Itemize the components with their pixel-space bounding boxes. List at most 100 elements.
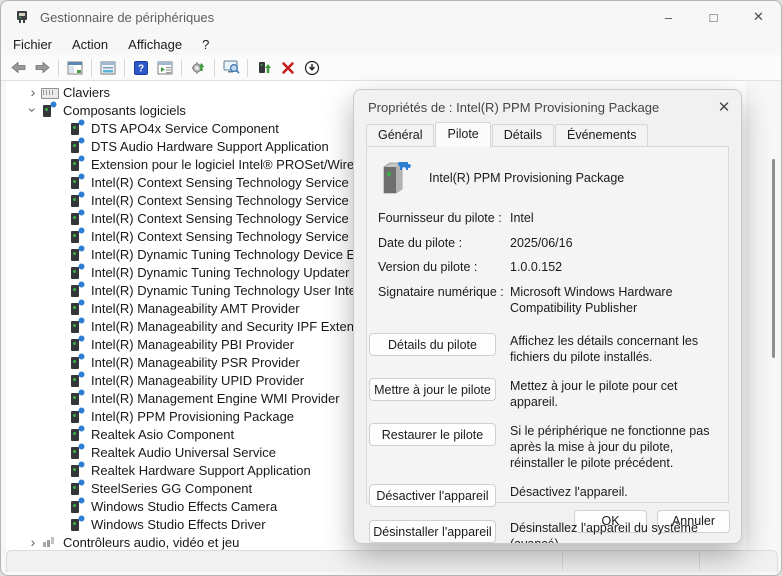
device-name: Intel(R) PPM Provisioning Package: [429, 171, 624, 185]
titlebar: Gestionnaire de périphériques –□✕: [1, 1, 781, 33]
tree-item-label: Windows Studio Effects Driver: [91, 517, 266, 532]
menu-item[interactable]: Fichier: [3, 35, 62, 54]
toolbar-separator: [91, 59, 92, 77]
field-label: Date du pilote :: [378, 236, 510, 252]
driver-action-button[interactable]: Mettre à jour le pilote: [369, 378, 496, 401]
toolbar-separator: [181, 59, 182, 77]
driver-action-button[interactable]: Désinstaller l'appareil: [369, 520, 496, 543]
tree-item-label: DTS APO4x Service Component: [91, 121, 279, 136]
properties-icon[interactable]: [96, 57, 120, 79]
dialog-titlebar: Propriétés de : Intel(R) PPM Provisionin…: [354, 90, 741, 124]
action-row: Restaurer le pilote Si le périphérique n…: [369, 423, 717, 471]
scan-hardware-icon[interactable]: [219, 57, 243, 79]
dialog-title: Propriétés de : Intel(R) PPM Provisionin…: [368, 100, 707, 115]
driver-action-button[interactable]: Désactiver l'appareil: [369, 484, 496, 507]
chevron-icon[interactable]: ›: [25, 84, 41, 100]
dialog-close-icon[interactable]: ✕: [707, 92, 741, 122]
software-component-icon: [69, 390, 85, 406]
dialog-tab[interactable]: Détails: [492, 124, 554, 146]
action-description: Désinstallez l'appareil du système (avan…: [510, 520, 717, 544]
uninstall-device-icon[interactable]: [276, 57, 300, 79]
field-value: Microsoft Windows Hardware Compatibility…: [510, 285, 717, 316]
tree-item-label: Realtek Audio Universal Service: [91, 445, 276, 460]
field-label: Version du pilote :: [378, 260, 510, 276]
field-value: Intel: [510, 211, 717, 227]
software-component-icon: [69, 372, 85, 388]
tree-item-label: Intel(R) Manageability PSR Provider: [91, 355, 300, 370]
toolbar-separator: [124, 59, 125, 77]
help-icon[interactable]: ?: [129, 57, 153, 79]
vertical-scrollbar-thumb[interactable]: [772, 159, 775, 358]
software-component-icon: [69, 462, 85, 478]
field-label: Signataire numérique :: [378, 285, 510, 316]
menu-item[interactable]: ?: [192, 35, 219, 54]
window-control-button[interactable]: □: [691, 1, 736, 33]
device-icon: [378, 159, 412, 197]
software-component-icon: [69, 318, 85, 334]
software-component-icon: [69, 444, 85, 460]
tree-item-label: Intel(R) Context Sensing Technology Serv…: [91, 175, 349, 190]
tree-item-label: Intel(R) Context Sensing Technology Serv…: [91, 193, 349, 208]
tree-item-label: Intel(R) Context Sensing Technology Serv…: [91, 211, 349, 226]
driver-actions: Détails du pilote Affichez les détails c…: [367, 325, 728, 544]
tree-item-label: Intel(R) Manageability AMT Provider: [91, 301, 300, 316]
chevron-icon[interactable]: ›: [25, 102, 41, 118]
tree-item-label: Realtek Asio Component: [91, 427, 234, 442]
device-header: Intel(R) PPM Provisioning Package: [367, 147, 728, 205]
action-description: Affichez les détails concernant les fich…: [510, 333, 717, 365]
software-component-icon: [69, 426, 85, 442]
software-component-icon: [69, 408, 85, 424]
back-icon[interactable]: [6, 57, 30, 79]
statusbar: [6, 550, 778, 572]
chevron-icon[interactable]: ›: [25, 534, 41, 550]
action-pane-icon[interactable]: [153, 57, 177, 79]
update-driver-gear-icon[interactable]: [186, 57, 210, 79]
tree-item-label: Intel(R) Dynamic Tuning Technology Updat…: [91, 265, 374, 280]
action-description: Désactivez l'appareil.: [510, 484, 717, 500]
menu-item[interactable]: Action: [62, 35, 118, 54]
software-component-icon: [69, 354, 85, 370]
statusbar-divider: [699, 553, 700, 570]
driver-action-button[interactable]: Restaurer le pilote: [369, 423, 496, 446]
window-control-button[interactable]: ✕: [736, 1, 781, 33]
console-tree-icon[interactable]: [63, 57, 87, 79]
menu-item[interactable]: Affichage: [118, 35, 192, 54]
window-controls: –□✕: [646, 1, 781, 33]
driver-action-button[interactable]: Détails du pilote: [369, 333, 496, 356]
forward-icon[interactable]: [30, 57, 54, 79]
update-device-driver-icon[interactable]: [252, 57, 276, 79]
statusbar-divider: [562, 553, 563, 570]
tree-item-label: Intel(R) Dynamic Tuning Technology Devic…: [91, 247, 380, 262]
action-row: Détails du pilote Affichez les détails c…: [369, 333, 717, 365]
tree-item-label: Intel(R) PPM Provisioning Package: [91, 409, 294, 424]
field-row: Version du pilote : 1.0.0.152: [378, 260, 717, 276]
device-manager-window: Gestionnaire de périphériques –□✕ Fichie…: [0, 0, 782, 576]
app-icon: [14, 9, 30, 25]
software-component-icon: [69, 174, 85, 190]
software-component-icon: [69, 264, 85, 280]
dialog-tab[interactable]: Pilote: [435, 122, 490, 147]
driver-fields: Fournisseur du pilote : Intel Date du pi…: [367, 205, 728, 316]
action-row: Désinstaller l'appareil Désinstallez l'a…: [369, 520, 717, 544]
software-component-icon: [69, 156, 85, 172]
software-component-icon: [69, 138, 85, 154]
dialog-tab[interactable]: Général: [366, 124, 434, 146]
tree-item-label: Realtek Hardware Support Application: [91, 463, 311, 478]
software-component-icon: [69, 192, 85, 208]
screen: Gestionnaire de périphériques –□✕ Fichie…: [0, 0, 782, 576]
software-component-icon: [69, 336, 85, 352]
dialog-tab[interactable]: Événements: [555, 124, 648, 146]
window-control-button[interactable]: –: [646, 1, 691, 33]
tree-item-label: DTS Audio Hardware Support Application: [91, 139, 329, 154]
field-value: 2025/06/16: [510, 236, 717, 252]
software-component-icon: [69, 516, 85, 532]
disable-device-icon[interactable]: [300, 57, 324, 79]
keyboard-icon: [41, 84, 57, 100]
action-row: Désactiver l'appareil Désactivez l'appar…: [369, 484, 717, 507]
field-value: 1.0.0.152: [510, 260, 717, 276]
toolbar-separator: [247, 59, 248, 77]
software-component-icon: [69, 300, 85, 316]
field-row: Fournisseur du pilote : Intel: [378, 211, 717, 227]
tree-item-label: Intel(R) Management Engine WMI Provider: [91, 391, 340, 406]
field-label: Fournisseur du pilote :: [378, 211, 510, 227]
